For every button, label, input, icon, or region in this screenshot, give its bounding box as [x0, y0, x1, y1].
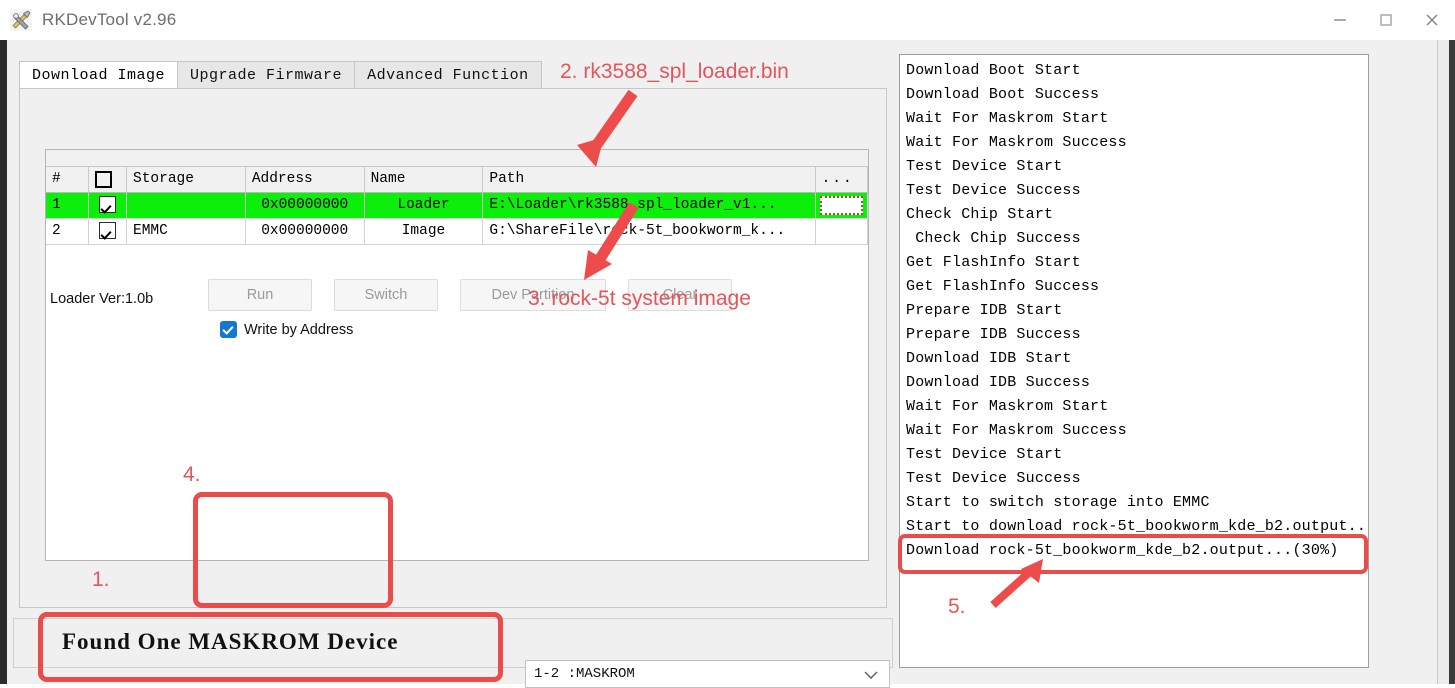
log-line: Download IDB Success: [906, 374, 1091, 391]
col-header-address[interactable]: Address: [245, 167, 365, 193]
minimize-button[interactable]: [1317, 0, 1363, 40]
device-select-value: 1-2 :MASKROM: [534, 666, 635, 682]
tab-download-image[interactable]: Download Image: [19, 61, 179, 89]
log-line: Check Chip Success: [906, 230, 1081, 247]
tab-advanced-function[interactable]: Advanced Function: [354, 61, 542, 89]
cell-storage: EMMC: [126, 218, 246, 245]
run-button[interactable]: Run: [208, 279, 312, 311]
log-line: Download Boot Success: [906, 86, 1100, 103]
log-line: Test Device Start: [906, 446, 1063, 463]
log-line: Wait For Maskrom Start: [906, 398, 1109, 415]
write-by-address-label: Write by Address: [244, 321, 354, 338]
log-line: Wait For Maskrom Start: [906, 110, 1109, 127]
col-header-index[interactable]: #: [46, 167, 89, 193]
cell-storage: [126, 192, 246, 219]
cell-address[interactable]: 0x00000000: [245, 192, 365, 219]
dev-partition-button[interactable]: Dev Partition: [460, 279, 606, 311]
log-line: Test Device Start: [906, 158, 1063, 175]
cell-address[interactable]: 0x00000000: [245, 218, 365, 245]
log-line: Test Device Success: [906, 182, 1081, 199]
cell-path[interactable]: E:\Loader\rk3588_spl_loader_v1...: [482, 192, 816, 219]
col-header-storage[interactable]: Storage: [126, 167, 246, 193]
log-line: Get FlashInfo Start: [906, 254, 1081, 271]
log-line-progress: Download rock-5t_bookworm_kde_b2.output.…: [906, 542, 1339, 559]
row-checkbox-icon[interactable]: [98, 222, 116, 240]
select-all-checkbox-icon[interactable]: [94, 170, 112, 188]
log-line: Download Boot Start: [906, 62, 1081, 79]
tab-strip: Download Image Upgrade Firmware Advanced…: [19, 61, 542, 89]
window-right-edge: [1449, 40, 1455, 684]
log-line: Wait For Maskrom Success: [906, 134, 1127, 151]
log-line: Get FlashInfo Success: [906, 278, 1100, 295]
cell-browse-button[interactable]: [815, 218, 868, 245]
table-row[interactable]: 1 0x00000000 Loader E:\Loader\rk3588_spl…: [46, 192, 868, 219]
action-button-row: Run Switch Dev Partition Clear: [208, 279, 732, 311]
cell-checkbox[interactable]: [88, 218, 128, 245]
col-header-checkbox[interactable]: [88, 167, 128, 193]
file-table-container: # Storage Address Name Path ... 1 0x0000…: [45, 149, 869, 561]
table-top-strip: [46, 150, 868, 167]
cell-index: 1: [46, 192, 89, 219]
close-button[interactable]: [1409, 0, 1455, 40]
table-row[interactable]: 2 EMMC 0x00000000 Image G:\ShareFile\roc…: [46, 218, 868, 245]
window-title: RKDevTool v2.96: [42, 10, 177, 29]
chevron-down-icon[interactable]: [863, 668, 879, 686]
cell-path[interactable]: G:\ShareFile\rock-5t_bookworm_k...: [482, 218, 816, 245]
window-controls: [1317, 0, 1455, 40]
title-bar: RKDevTool v2.96: [0, 0, 1455, 40]
window-right-scroll-strip[interactable]: [1437, 40, 1449, 684]
log-line: Download IDB Start: [906, 350, 1072, 367]
maximize-button[interactable]: [1363, 0, 1409, 40]
cell-index: 2: [46, 218, 89, 245]
write-by-address-checkbox[interactable]: Write by Address: [220, 321, 353, 338]
col-header-name[interactable]: Name: [364, 167, 484, 193]
cell-name[interactable]: Image: [364, 218, 484, 245]
log-line: Start to switch storage into EMMC: [906, 494, 1210, 511]
switch-button[interactable]: Switch: [334, 279, 438, 311]
left-panel: Download Image Upgrade Firmware Advanced…: [13, 50, 893, 615]
log-line: Prepare IDB Success: [906, 326, 1081, 343]
row-checkbox-icon[interactable]: [98, 196, 116, 214]
log-line: Start to download rock-5t_bookworm_kde_b…: [906, 518, 1369, 535]
file-table: # Storage Address Name Path ... 1 0x0000…: [46, 167, 868, 245]
tools-icon: [10, 9, 32, 31]
loader-version-label: Loader Ver:1.0b: [50, 291, 154, 307]
clear-button[interactable]: Clear: [628, 279, 732, 311]
log-output-panel[interactable]: Download Boot Start Download Boot Succes…: [899, 54, 1369, 668]
log-line: Prepare IDB Start: [906, 302, 1063, 319]
app-window: RKDevTool v2.96 Download Image Upgrade F…: [0, 0, 1455, 688]
log-line: Check Chip Start: [906, 206, 1054, 223]
tab-page-download-image: # Storage Address Name Path ... 1 0x0000…: [19, 88, 887, 608]
cell-checkbox[interactable]: [88, 192, 128, 219]
checkbox-checked-icon[interactable]: [220, 321, 237, 338]
browse-focus-outline: [819, 195, 863, 215]
client-area: Download Image Upgrade Firmware Advanced…: [0, 40, 1455, 688]
table-header-row: # Storage Address Name Path ...: [46, 167, 868, 193]
col-header-dots[interactable]: ...: [815, 167, 868, 193]
cell-browse-button[interactable]: [815, 192, 868, 219]
tab-upgrade-firmware[interactable]: Upgrade Firmware: [177, 61, 356, 89]
cell-name[interactable]: Loader: [364, 192, 484, 219]
log-line: Test Device Success: [906, 470, 1081, 487]
col-header-path[interactable]: Path: [482, 167, 816, 193]
status-message: Found One MASKROM Device: [62, 629, 399, 654]
log-line: Wait For Maskrom Success: [906, 422, 1127, 439]
window-left-edge: [0, 40, 7, 684]
